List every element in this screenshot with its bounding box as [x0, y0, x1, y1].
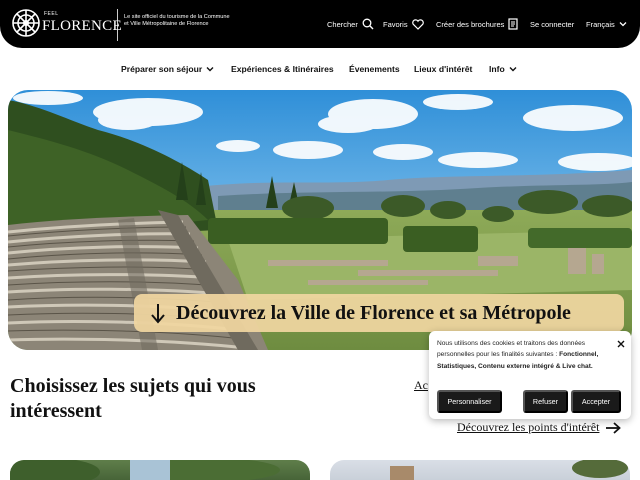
hidden-partial-link[interactable]: Ac [414, 378, 428, 393]
card-photo-building [390, 460, 628, 480]
nav-item-label: Évenements [349, 64, 400, 74]
hero-cta-button[interactable]: Découvrez la Ville de Florence et sa Mét… [134, 294, 624, 332]
search-label: Chercher [327, 19, 358, 29]
main-navigation: Préparer son séjour Expériences & Itinér… [0, 60, 640, 80]
favorites-label: Favoris [383, 19, 408, 29]
nav-item-label: Préparer son séjour [121, 64, 203, 74]
nav-item-label: Lieux d'intérêt [414, 64, 473, 74]
customize-button[interactable]: Personnaliser [437, 390, 502, 413]
close-icon [617, 340, 625, 348]
refuse-button[interactable]: Refuser [523, 390, 568, 413]
favorites-link[interactable]: Favoris [383, 17, 424, 31]
hero-cta-label: Découvrez la Ville de Florence et sa Mét… [176, 301, 571, 324]
search-icon [362, 18, 374, 30]
hero-banner: Découvrez la Ville de Florence et sa Mét… [8, 90, 632, 350]
login-label: Se connecter [530, 19, 575, 29]
florence-lily-icon [12, 9, 40, 37]
nav-item-events[interactable]: Évenements [349, 64, 400, 74]
card-photo-trees [10, 460, 280, 480]
brochure-icon [508, 18, 518, 30]
header-divider [117, 9, 118, 41]
site-tagline: Le site officiel du tourisme de la Commu… [124, 14, 230, 27]
close-button[interactable] [615, 338, 627, 350]
poi-link[interactable]: Découvrez les points d'intérêt [457, 420, 622, 435]
top-header: FEEL FLORENCE Le site officiel du touris… [0, 0, 640, 48]
poi-link-label: Découvrez les points d'intérêt [457, 420, 600, 434]
cookie-message: Nous utilisons des cookies et traitons d… [437, 338, 617, 372]
topic-card-image[interactable] [10, 460, 310, 480]
heart-icon [411, 18, 424, 30]
cookie-consent-dialog: Nous utilisons des cookies et traitons d… [429, 331, 631, 419]
logo-feel-text: FEEL [44, 11, 59, 17]
nav-item-prepare-stay[interactable]: Préparer son séjour [121, 64, 214, 74]
language-selector[interactable]: Français [586, 17, 627, 31]
login-link[interactable]: Se connecter [530, 17, 574, 31]
arrow-right-icon [606, 421, 622, 434]
feel-florence-logo[interactable]: FEEL FLORENCE [10, 7, 122, 41]
search-link[interactable]: Chercher [327, 17, 374, 31]
brochure-link[interactable]: Créer des brochures [436, 17, 519, 31]
accept-button[interactable]: Accepter [571, 390, 621, 413]
nav-item-info[interactable]: Info [489, 64, 517, 74]
chevron-down-icon [619, 22, 627, 27]
language-label: Français [586, 19, 615, 29]
logo-wordmark: FLORENCE [42, 18, 122, 34]
chevron-down-icon [206, 67, 214, 72]
topic-card-image[interactable] [330, 460, 630, 480]
nav-item-label: Expériences & Itinéraires [231, 64, 334, 74]
brochure-label: Créer des brochures [436, 19, 505, 29]
nav-item-label: Info [489, 64, 505, 74]
chevron-down-icon [509, 67, 517, 72]
topics-heading: Choisissez les sujets qui vous intéresse… [10, 375, 256, 422]
nav-item-places[interactable]: Lieux d'intérêt [414, 64, 472, 74]
arrow-down-icon [151, 304, 165, 324]
nav-item-experiences[interactable]: Expériences & Itinéraires [231, 64, 334, 74]
